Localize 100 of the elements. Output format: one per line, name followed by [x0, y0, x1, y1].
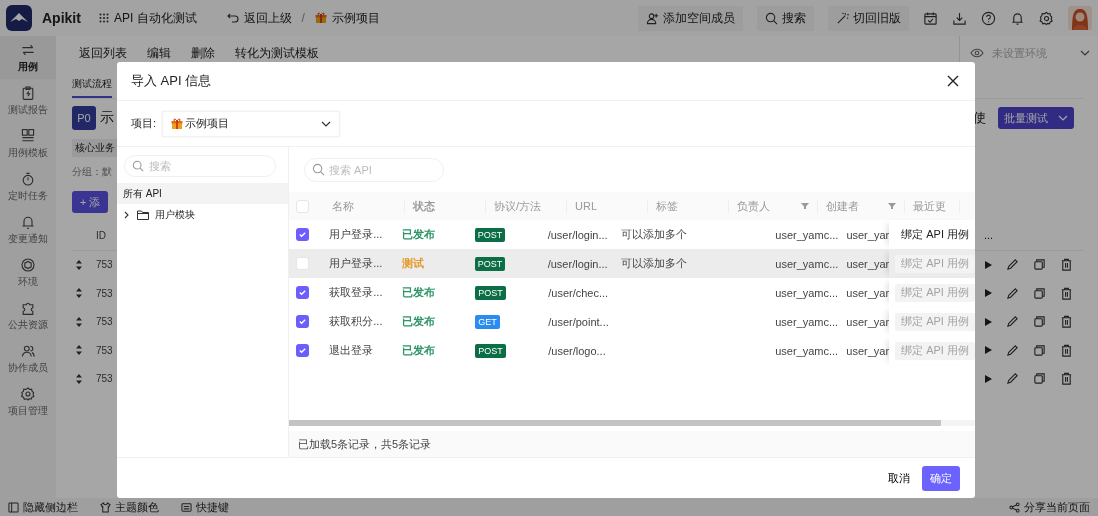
checkbox[interactable] — [296, 199, 309, 213]
drag-handle-icon[interactable] — [76, 316, 82, 327]
gift-icon — [171, 117, 184, 130]
copy-icon[interactable] — [1033, 343, 1046, 357]
bell-icon[interactable] — [1010, 10, 1025, 26]
table-row[interactable]: 用户登录... 测试 POST /user/login... 可以添加多个 user_yamc... user_yar 绑定 API 用例 — [289, 249, 975, 278]
avatar[interactable] — [1068, 6, 1092, 30]
play-icon[interactable] — [984, 260, 992, 269]
column-header: 协议/方法 — [494, 198, 542, 214]
invite-button[interactable]: 添加空间成员 — [638, 5, 743, 31]
column-header: 标签 — [656, 198, 678, 214]
play-icon[interactable] — [984, 289, 992, 298]
method-badge: POST — [475, 285, 506, 300]
checkbox[interactable] — [296, 286, 309, 299]
trash-icon[interactable] — [1060, 315, 1073, 329]
share-icon — [1009, 501, 1020, 513]
sidebar-item[interactable]: 公共资源 — [0, 294, 56, 337]
table-row[interactable]: 获取登录... 已发布 POST /user/chec... user_yamc... user_yar 绑定 API 用例 — [289, 278, 975, 307]
sidebar-item[interactable]: 定时任务 — [0, 165, 56, 208]
table-cell: 753 — [96, 316, 113, 328]
breadcrumb-separator: / — [301, 11, 305, 25]
module-link[interactable]: API 自动化测试 — [98, 9, 197, 27]
search-field[interactable]: 搜索 API — [304, 157, 444, 182]
batch-test-button[interactable]: 批量测试 — [998, 107, 1074, 129]
table-cell: user_yamc... — [775, 315, 839, 328]
tree-item[interactable]: 所有 API — [117, 183, 288, 204]
sidebar-item[interactable]: 用例 — [0, 36, 56, 79]
footer-action[interactable]: 隐藏侧边栏 — [8, 499, 78, 515]
switch-button[interactable]: 切回旧版 — [828, 5, 909, 31]
drag-handle-icon[interactable] — [76, 345, 82, 356]
settings-icon[interactable] — [1039, 10, 1054, 26]
toolbar-action[interactable]: 删除 — [191, 44, 215, 62]
tab[interactable]: 测试流程 — [72, 77, 112, 98]
table-cell: 753 — [96, 344, 113, 356]
table-cell: 获取积分... — [329, 314, 383, 329]
check-icon — [298, 346, 307, 355]
download-icon[interactable] — [952, 10, 967, 26]
toolbar-action[interactable]: 返回列表 — [79, 44, 127, 62]
copy-icon[interactable] — [1033, 315, 1046, 329]
project-link[interactable]: 示例项目 — [314, 9, 380, 27]
copy-icon[interactable] — [1033, 258, 1046, 272]
footer-action[interactable]: 快捷键 — [181, 499, 229, 515]
search-field[interactable]: 搜索 — [124, 155, 276, 177]
pencil-icon[interactable] — [1006, 315, 1019, 329]
checkbox[interactable] — [296, 257, 309, 270]
sidebar-item[interactable]: 测试报告 — [0, 79, 56, 122]
sidebar-item[interactable]: 用例模板 — [0, 122, 56, 165]
trash-icon[interactable] — [1060, 258, 1073, 272]
search-button[interactable]: 搜索 — [757, 5, 814, 31]
column-header: 最近更 — [913, 198, 946, 214]
pencil-icon[interactable] — [1006, 372, 1019, 386]
table-row[interactable]: 获取积分... 已发布 GET /user/point... user_yamc... user_yar 绑定 API 用例 — [289, 307, 975, 336]
trash-icon[interactable] — [1060, 372, 1073, 386]
toolbar-action[interactable]: 转化为测试模板 — [235, 44, 319, 62]
chevron-down-icon — [1058, 115, 1068, 121]
copy-icon[interactable] — [1033, 372, 1046, 386]
sidebar-item[interactable]: 项目管理 — [0, 380, 56, 423]
sidebar-item[interactable]: 变更通知 — [0, 208, 56, 251]
play-icon[interactable] — [984, 374, 992, 383]
check-icon — [298, 230, 307, 239]
pencil-icon[interactable] — [1006, 286, 1019, 300]
help-icon[interactable] — [981, 10, 996, 26]
chevron-down-icon — [321, 120, 332, 127]
layout-icon — [20, 127, 36, 144]
tree-item[interactable]: 用户模块 — [117, 204, 288, 226]
checkbox[interactable] — [296, 228, 309, 241]
play-icon[interactable] — [984, 346, 992, 355]
add-button[interactable]: + 添 — [72, 191, 109, 213]
copy-icon[interactable] — [1033, 286, 1046, 300]
trash-icon[interactable] — [1060, 343, 1073, 357]
close-icon[interactable] — [947, 75, 959, 87]
checkbox[interactable] — [296, 344, 309, 357]
scrollbar[interactable] — [289, 420, 941, 426]
table-row[interactable]: 退出登录 已发布 POST /user/logo... user_yamc... user_yar 绑定 API 用例 — [289, 336, 975, 365]
footer-action[interactable]: 主题颜色 — [100, 499, 159, 515]
table-cell: user_yar — [846, 286, 890, 299]
drag-handle-icon[interactable] — [76, 259, 82, 270]
project-select[interactable]: 示例项目 — [162, 110, 341, 137]
drag-handle-icon[interactable] — [76, 288, 82, 299]
toolbar-action[interactable]: 编辑 — [147, 44, 171, 62]
sidebar-item[interactable]: 环境 — [0, 251, 56, 294]
trash-icon[interactable] — [1060, 286, 1073, 300]
confirm-button[interactable]: 确定 — [922, 465, 960, 491]
share-link[interactable]: 分享当前页面 — [1009, 499, 1090, 515]
table-cell: user_yar — [846, 257, 890, 270]
filter-icon[interactable] — [888, 202, 896, 210]
folder-icon — [137, 210, 149, 220]
label-text: 使 — [973, 109, 986, 127]
pencil-icon[interactable] — [1006, 258, 1019, 272]
play-icon[interactable] — [984, 317, 992, 326]
table-row[interactable]: 用户登录... 已发布 POST /user/login... 可以添加多个 user_yamc... user_yar 绑定 API 用例 — [289, 220, 975, 249]
back-link[interactable]: 返回上级 — [226, 9, 292, 27]
checkbox[interactable] — [296, 315, 309, 328]
stopwatch-icon — [20, 170, 36, 187]
sidebar-item[interactable]: 协作成员 — [0, 337, 56, 380]
drag-handle-icon[interactable] — [76, 373, 82, 384]
calendar-icon[interactable] — [923, 10, 938, 26]
table-cell: 753 — [96, 373, 113, 385]
pencil-icon[interactable] — [1006, 343, 1019, 357]
filter-icon[interactable] — [801, 202, 809, 210]
